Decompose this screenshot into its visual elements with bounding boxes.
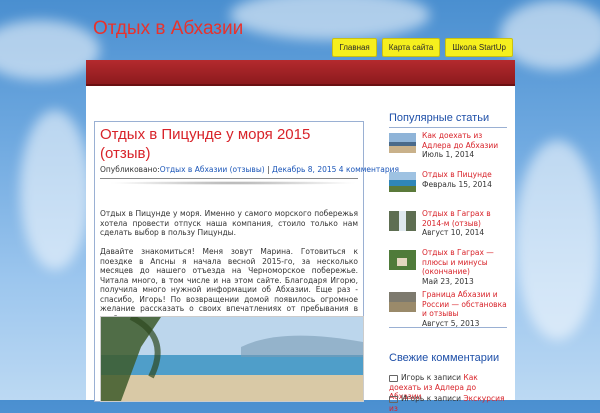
post-category-link[interactable]: Отдых в Абхазии (отзывы) [160,165,265,174]
popular-item[interactable]: Отдых в Гаграх в 2014-м (отзыв) Август 10… [389,209,509,249]
thumbnail-image [389,133,416,153]
comment-prefix: к записи [424,394,464,403]
thumbnail-image [389,211,416,231]
sky-cloud [500,0,600,70]
sidebar-divider [389,127,507,128]
comment-author: Игорь [401,373,425,382]
nav-startup-school[interactable]: Школа StartUp [445,38,513,57]
popular-item[interactable]: Отдых в Гаграх — плюсы и минусы (окончан… [389,248,509,288]
popular-item-title[interactable]: Отдых в Гаграх в 2014-м (отзыв) [422,209,491,228]
popular-item[interactable]: Как доехать из Адлера до Абхазии Июль 1, … [389,131,509,171]
thumbnail-image [389,172,416,192]
sidebar-popular-title: Популярные статьи [389,112,490,124]
comment-author: Игорь [401,394,425,403]
thumb-waterfall [389,211,416,231]
post-photo-beach[interactable] [100,316,364,402]
sidebar-comments-title: Свежие комментарии [389,352,500,364]
comment-prefix: к записи [424,373,464,382]
meta-divider [100,178,358,179]
popular-item[interactable]: Отдых в Пицунде Февраль 15, 2014 [389,170,509,210]
recent-comment: Игорь к записи Экскурсия из [389,394,509,413]
post-meta: Опубликовано:Отдых в Абхазии (отзывы) | … [100,165,399,174]
popular-item[interactable]: Граница Абхазии и России — обстановка и … [389,290,509,330]
main-nav: Главная Карта сайта Школа StartUp [332,38,513,57]
sidebar-divider [389,327,507,328]
popular-item-date: Февраль 15, 2014 [422,179,492,189]
post-paragraph-2: Давайте знакомиться! Меня зовут Марина. … [100,247,358,323]
post-date-link[interactable]: Декабрь 8, 2015 [272,165,336,174]
thumbnail-image [389,292,416,312]
sky-cloud [515,140,600,340]
beach-photo-illustration [101,317,363,401]
popular-item-title[interactable]: Как доехать из Адлера до Абхазии [422,131,498,150]
meta-prefix: Опубликовано: [100,165,160,174]
popular-item-title[interactable]: Отдых в Пицунде [422,170,492,179]
nav-home[interactable]: Главная [332,38,377,57]
thumb-hills [389,250,416,270]
thumb-border [389,292,416,312]
thumb-coast [389,172,416,192]
comment-icon [389,395,398,403]
thumb-beach-crowd [389,133,416,153]
sky-cloud [230,0,430,40]
popular-item-date: Май 23, 2013 [422,276,474,286]
meta-separator: | [264,165,272,174]
header-banner [86,60,515,86]
popular-item-date: Июль 1, 2014 [422,150,475,159]
thumbnail-image [389,250,416,270]
nav-sitemap[interactable]: Карта сайта [381,38,441,57]
popular-item-date: Август 10, 2014 [422,228,485,237]
popular-item-title[interactable]: Отдых в Гаграх — плюсы и минусы (окончан… [422,248,494,276]
post-paragraph-1: Отдых в Пицунде у моря. Именно у самого … [100,209,358,237]
popular-item-title[interactable]: Граница Абхазии и России — обстановка и … [422,290,507,318]
separator-shadow [108,181,358,185]
site-title[interactable]: Отдых в Абхазии [93,18,243,40]
sky-cloud [20,110,90,270]
comment-icon [389,374,398,382]
post-title[interactable]: Отдых в Пицунде у моря 2015 (отзыв) [100,125,358,163]
sky-cloud [0,20,100,80]
